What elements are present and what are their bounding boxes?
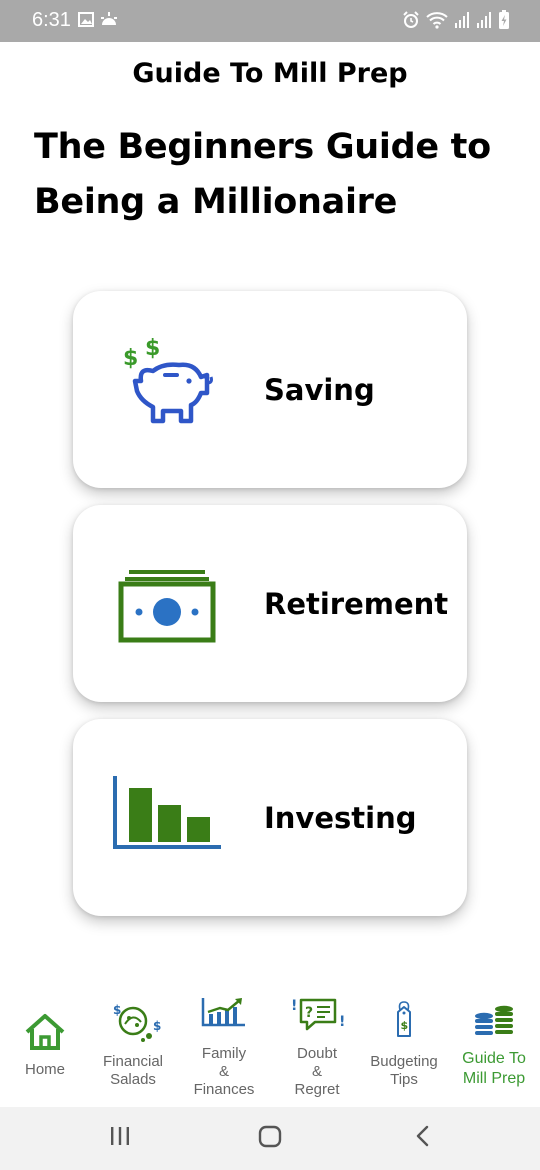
nav-item-family-finances[interactable]: Family & Finances [179,990,269,1107]
piggy-bank-icon: $ $ [123,336,213,424]
back-button[interactable] [413,1125,431,1147]
app-title: Guide To Mill Prep [132,58,408,89]
svg-text:$: $ [153,1019,161,1033]
retirement-label: Retirement [264,586,449,621]
home-icon [25,1014,65,1050]
home-button[interactable] [258,1125,282,1149]
svg-text:$: $ [401,1019,409,1032]
saving-card[interactable]: $ $ Saving [73,291,467,488]
bar-chart-icon [113,776,221,849]
question-note-icon: ! ! ? [291,998,345,1031]
svg-text:$: $ [113,1003,121,1017]
weather-icon [101,12,117,25]
page-title: The Beginners Guide to Being a Millionai… [34,127,491,222]
nav-item-guide-to-mill-prep[interactable]: Guide To Mill Prep [448,990,540,1107]
nav-item-doubt-regret[interactable]: ! ! ? Doubt & Regret [272,990,362,1107]
wifi-icon [426,12,448,29]
svg-text:!: ! [339,1014,345,1030]
svg-text:?: ? [305,1005,313,1021]
retirement-card[interactable]: Retirement [73,505,467,702]
investing-card[interactable]: Investing [73,719,467,916]
nav-label-guide-to-mill-prep: Guide To Mill Prep [462,1050,526,1087]
signal-icon [455,12,469,28]
coin-stack-icon [475,1005,513,1035]
trend-chart-icon [201,998,245,1027]
nav-label-financial-salads: Financial Salads [102,1053,164,1088]
alarm-icon [403,11,419,28]
status-time: 6:31 [32,9,71,31]
bottom-nav: Home $ $ Financial Salads Family & Finan… [0,990,540,1107]
svg-text:$: $ [145,336,160,361]
money-salad-icon: $ $ [113,1003,161,1042]
nav-item-home[interactable]: Home [0,990,90,1107]
battery-charging-icon [499,10,509,29]
nav-item-budgeting-tips[interactable]: $ Budgeting Tips [359,990,449,1107]
nav-label-doubt-regret: Doubt & Regret [294,1045,340,1098]
nav-label-home: Home [24,1061,65,1078]
price-tag-icon: $ [397,1001,411,1037]
saving-label: Saving [264,372,375,407]
recents-button[interactable] [109,1125,131,1147]
image-icon [78,12,94,27]
status-bar: 6:31 [0,0,540,42]
nav-label-budgeting-tips: Budgeting Tips [370,1053,438,1088]
investing-label: Investing [264,800,417,835]
system-nav-bar [0,1107,540,1170]
signal-icon [477,12,491,28]
svg-text:$: $ [123,346,138,371]
svg-text:!: ! [291,998,297,1014]
nav-item-financial-salads[interactable]: $ $ Financial Salads [88,990,178,1107]
status-icons [402,10,510,30]
nav-label-family-finances: Family & Finances [193,1045,255,1098]
cash-stack-icon [118,570,216,643]
